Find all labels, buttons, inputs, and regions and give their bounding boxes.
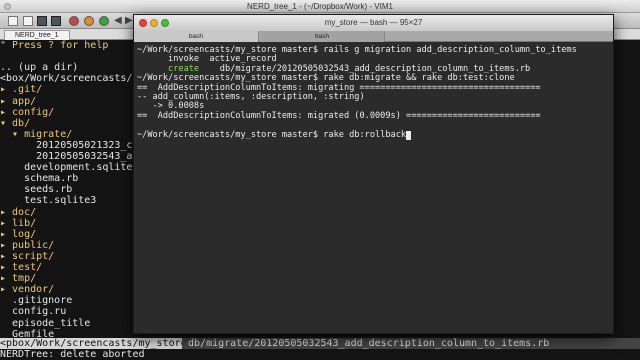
- back-arrow-icon[interactable]: ◀: [114, 16, 124, 26]
- run-icon[interactable]: [99, 16, 109, 26]
- minimize-window-icon[interactable]: [150, 19, 158, 27]
- undo-icon[interactable]: [84, 16, 94, 26]
- vim-status-line: <pbox/Work/screencasts/my_store db/migra…: [0, 338, 640, 349]
- status-nerdtree-path: <pbox/Work/screencasts/my_store: [0, 338, 189, 349]
- vim-window-titlebar[interactable]: NERD_tree_1 - (~/Dropbox/Work) - VIM1: [0, 0, 640, 13]
- close-window-icon[interactable]: [139, 19, 147, 27]
- terminal-line-text: ~/Work/screencasts/my_store master$ rake…: [137, 129, 407, 140]
- vim-window-title: NERD_tree_1 - (~/Dropbox/Work) - VIM1: [247, 2, 393, 11]
- terminal-window[interactable]: my_store — bash — 95×27 bash bash ~/Work…: [133, 14, 614, 334]
- terminal-line: ~/Work/screencasts/my_store master$ rake…: [137, 129, 412, 140]
- terminal-line: == AddDescriptionColumnToItems: migrated…: [137, 110, 541, 121]
- save-icon[interactable]: [37, 16, 47, 26]
- terminal-tab-1[interactable]: bash: [134, 31, 259, 42]
- terminal-tab-bar: bash bash: [134, 31, 613, 42]
- vim-command-line[interactable]: NERDTree: delete aborted: [0, 349, 640, 360]
- new-file-icon[interactable]: [8, 16, 18, 26]
- vim-close-icon[interactable]: [4, 3, 11, 10]
- vim-tab-nerdtree[interactable]: NERD_tree_1: [4, 30, 70, 40]
- open-file-icon[interactable]: [23, 16, 33, 26]
- terminal-line-text: == AddDescriptionColumnToItems: migrated…: [137, 110, 541, 121]
- status-file-path: db/migrate/20120505032543_add_descriptio…: [182, 338, 640, 349]
- terminal-cursor: [406, 130, 412, 140]
- terminal-title: my_store — bash — 95×27: [324, 18, 423, 27]
- terminal-tab-2[interactable]: bash: [260, 31, 385, 42]
- stop-icon[interactable]: [69, 16, 79, 26]
- save-all-icon[interactable]: [51, 16, 61, 26]
- zoom-window-icon[interactable]: [161, 19, 169, 27]
- terminal-output[interactable]: ~/Work/screencasts/my_store master$ rail…: [134, 43, 613, 333]
- terminal-titlebar[interactable]: my_store — bash — 95×27: [134, 15, 613, 31]
